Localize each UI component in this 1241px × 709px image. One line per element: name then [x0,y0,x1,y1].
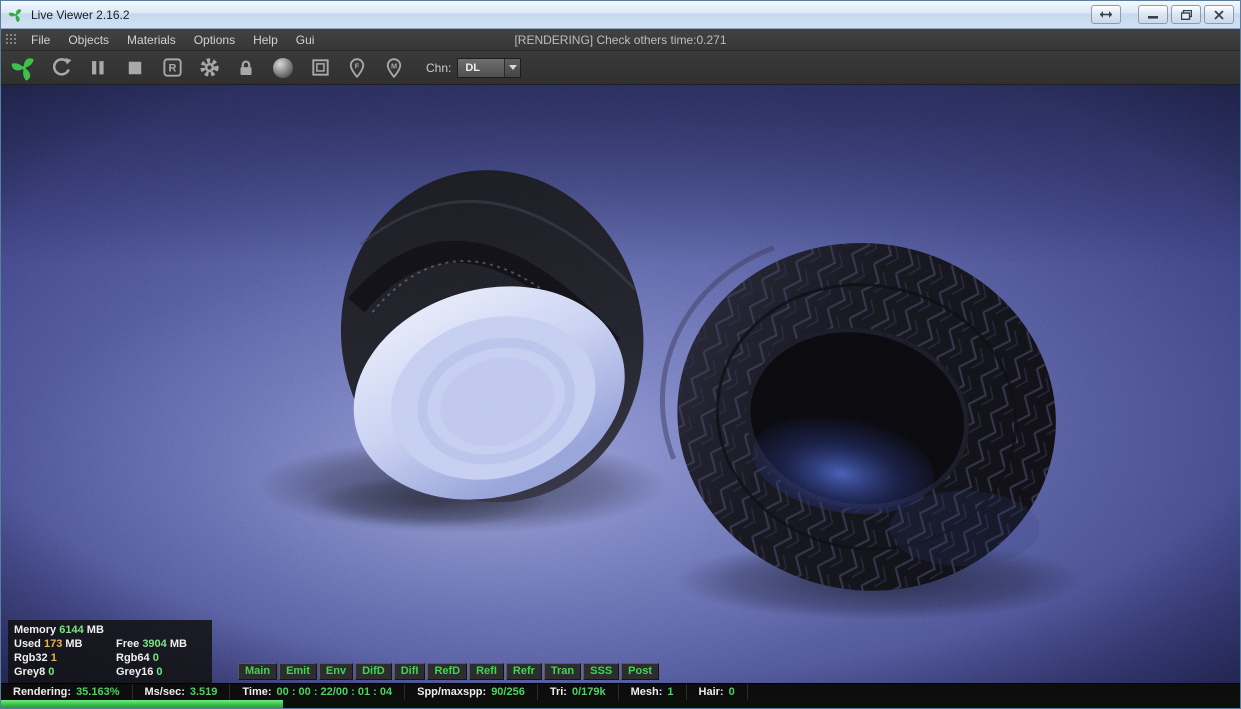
pass-tran-button[interactable]: Tran [543,663,582,680]
stop-render-button[interactable] [122,55,148,81]
window-title: Live Viewer 2.16.2 [31,7,130,22]
render-progress-fill [1,700,284,708]
status-spp: Spp/maxspp: 90/256 [405,684,538,700]
close-button[interactable] [1204,5,1234,24]
maximize-button[interactable] [1171,5,1201,24]
menu-gui[interactable]: Gui [287,29,324,51]
render-region-button[interactable] [307,55,333,81]
status-tri: Tri: 0/179k [538,684,619,700]
statusbar: Rendering: 35.163% Ms/sec: 3.519 Time: 00 :… [1,683,1240,700]
toolbar-grip[interactable] [5,33,17,46]
menu-help[interactable]: Help [244,29,287,51]
material-ball-icon [273,57,293,78]
pass-main-button[interactable]: Main [238,663,278,680]
pass-difi-button[interactable]: DifI [393,663,426,680]
focus-picker-button[interactable]: F [344,55,370,81]
pass-refi-button[interactable]: RefI [469,663,504,680]
memory-total-row: Memory 6144 MB [14,624,104,636]
memory-grey-row: Grey8 0 Grey16 0 [14,666,163,678]
toolbar: R F M Chn: DL [1,51,1240,85]
minimize-button[interactable] [1138,5,1168,24]
pause-icon [92,60,104,74]
status-mesh: Mesh: 1 [619,684,687,700]
app-icon [7,6,25,24]
menu-options[interactable]: Options [185,29,244,51]
material-pin-icon: M [386,57,402,78]
pass-sss-button[interactable]: SSS [583,663,620,680]
restore-icon [1180,9,1192,20]
channel-dropdown[interactable]: DL [457,57,522,78]
menu-objects[interactable]: Objects [59,29,118,51]
chevron-down-icon [504,58,521,77]
stop-icon [128,61,142,74]
menubar: [RENDERING] Check others time:0.271 File… [1,29,1240,51]
render-pass-bar: Main Emit Env DifD DifI RefD RefI Refr T… [238,663,659,680]
close-icon [1214,9,1224,20]
live-viewer-window: Live Viewer 2.16.2 [RENDERING] Check oth… [0,0,1241,709]
double-arrow-icon [1100,11,1112,18]
lock-icon [240,60,252,75]
channel-value: DL [465,61,481,74]
pass-emit-button[interactable]: Emit [279,663,317,680]
channel-label: Chn: [426,60,452,75]
restart-icon [52,57,71,76]
titlebar[interactable]: Live Viewer 2.16.2 [1,1,1240,29]
focus-pin-icon: F [349,57,365,78]
pass-difd-button[interactable]: DifD [355,663,392,680]
memory-used-free-row: Used 173 MB Free 3904 MB [14,638,187,650]
pass-refd-button[interactable]: RefD [427,663,468,680]
octane-start-button[interactable] [11,55,37,81]
octane-logo-icon [9,8,22,22]
settings-button[interactable] [196,55,222,81]
pass-env-button[interactable]: Env [318,663,354,680]
svg-text:M: M [391,61,397,70]
menu-materials[interactable]: Materials [118,29,185,51]
pass-post-button[interactable]: Post [621,663,659,680]
render-priority-button[interactable]: R [159,55,185,81]
r-box-icon: R [162,58,182,77]
rendered-image [1,85,1240,683]
minimize-icon [1148,16,1158,19]
memory-rgb-row: Rgb32 1 Rgb64 0 [14,652,159,664]
material-preview-button[interactable] [270,55,296,81]
render-viewport[interactable]: Memory 6144 MB Used 173 MB Free 3904 MB … [1,85,1240,683]
lock-button[interactable] [233,55,259,81]
pass-refr-button[interactable]: Refr [505,663,542,680]
status-ms-sec: Ms/sec: 3.519 [133,684,231,700]
menu-file[interactable]: File [22,29,59,51]
always-on-top-button[interactable] [1091,5,1121,24]
status-rendering: Rendering: 35.163% [1,684,133,700]
material-picker-button[interactable]: M [381,55,407,81]
memory-stats-panel: Memory 6144 MB Used 173 MB Free 3904 MB … [8,620,212,683]
gear-icon [199,58,219,77]
restart-render-button[interactable] [48,55,74,81]
render-region-icon [311,59,329,76]
octane-logo-icon [11,57,34,81]
svg-text:R: R [168,63,176,75]
status-hair: Hair: 0 [687,684,748,700]
render-progress-bar [1,700,1240,708]
svg-text:F: F [355,61,360,70]
pause-render-button[interactable] [85,55,111,81]
status-time: Time: 00 : 00 : 22/00 : 01 : 04 [230,684,406,700]
